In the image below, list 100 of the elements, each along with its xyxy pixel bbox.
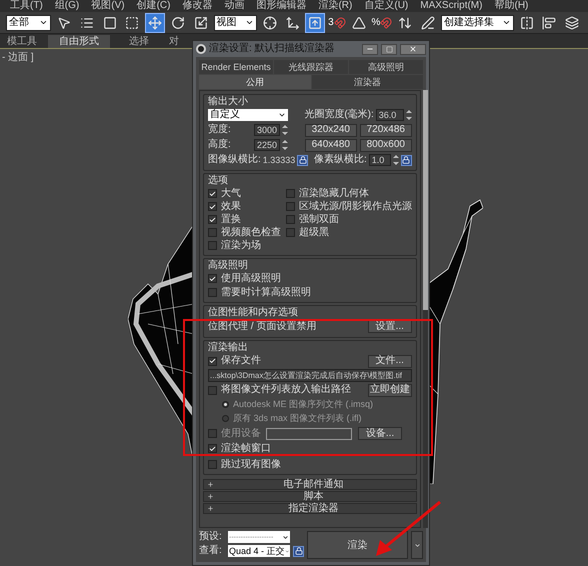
- checkbox[interactable]: [208, 386, 217, 394]
- number-field[interactable]: 36.0: [376, 109, 404, 121]
- arrow-up-square-icon: [308, 16, 322, 30]
- output-path-field[interactable]: ...sktop\3Dmax怎么设置渲染完成后自动保存\模型图.tif: [208, 369, 412, 382]
- checkbox-label: 使用高级照明: [221, 274, 281, 284]
- checkbox[interactable]: [208, 460, 217, 469]
- scrollbar-thumb[interactable]: [422, 90, 428, 310]
- menu-item[interactable]: 图形编辑器: [256, 1, 306, 11]
- menu-item[interactable]: 帮助(H): [494, 1, 528, 11]
- caret-icon: [244, 18, 254, 27]
- spinner-arrows-icon[interactable]: [406, 109, 412, 121]
- bitmap-status: 位图代理 / 页面设置禁用: [208, 322, 316, 332]
- minimize-button[interactable]: [362, 44, 378, 54]
- checkbox[interactable]: [208, 274, 217, 283]
- viewport-label: - 边面 ]: [2, 53, 34, 63]
- group-title: 渲染输出: [208, 342, 249, 353]
- toolbar-dropdown[interactable]: 创建选择集: [440, 14, 514, 30]
- checkbox[interactable]: [208, 241, 217, 250]
- preset-dropdown[interactable]: 自定义: [208, 109, 288, 121]
- menu-item[interactable]: 组(G): [54, 1, 80, 11]
- ribbon-tab[interactable]: 选择: [114, 35, 164, 48]
- checkbox-label: 区域光源/阴影视作点光源: [299, 202, 412, 212]
- aspect-value: 1.33333: [262, 156, 296, 164]
- view-select[interactable]: Quad 4 - 正交: [228, 545, 290, 557]
- menu-item[interactable]: 视图(V): [91, 1, 125, 11]
- align-icon: [542, 16, 556, 30]
- checkbox[interactable]: [208, 202, 217, 211]
- menu-item[interactable]: MAXScript(M): [420, 1, 482, 11]
- rollout-header[interactable]: 电子邮件通知: [203, 479, 417, 490]
- checkbox[interactable]: [208, 189, 217, 198]
- rollout-header[interactable]: 脚本: [203, 491, 417, 502]
- checkbox[interactable]: [208, 429, 217, 438]
- spinner-arrows-icon[interactable]: [392, 154, 399, 166]
- number-field[interactable]: 1.0: [368, 154, 391, 166]
- app-logo-icon: [196, 44, 206, 54]
- group-title: 位图性能和内存选项: [208, 307, 299, 318]
- spinner-arrows-icon[interactable]: [282, 139, 288, 151]
- tool-button[interactable]: [145, 12, 166, 32]
- angle-icon: [352, 16, 366, 30]
- checkbox[interactable]: [208, 356, 217, 366]
- menu-item[interactable]: 工具(T): [10, 1, 43, 11]
- panel-button[interactable]: 320x240: [304, 124, 357, 136]
- device-field[interactable]: [266, 428, 352, 440]
- scrollbar[interactable]: [422, 90, 428, 528]
- checkbox[interactable]: [286, 228, 295, 237]
- check-icon: [209, 274, 216, 282]
- panel-button[interactable]: 设备...: [358, 427, 402, 440]
- ribbon-tab[interactable]: 模工具: [0, 35, 44, 48]
- lock-button[interactable]: [297, 154, 308, 166]
- menu-item[interactable]: 创建(C): [136, 1, 170, 11]
- snap-label: %: [371, 18, 380, 28]
- panel-button[interactable]: 立即创建: [368, 384, 412, 396]
- field-label: 查看:: [199, 546, 223, 556]
- number-field[interactable]: 3000: [254, 124, 280, 136]
- checkbox[interactable]: [208, 288, 217, 297]
- dialog-tab[interactable]: 公用: [199, 75, 310, 89]
- panel-button[interactable]: 640x480: [304, 138, 357, 152]
- dialog-tab[interactable]: Render Elements: [199, 60, 273, 74]
- menu-item[interactable]: 修改器: [182, 1, 212, 11]
- spinner-arrows-icon[interactable]: [282, 124, 288, 136]
- checkbox[interactable]: [208, 444, 217, 453]
- checkbox[interactable]: [208, 228, 217, 237]
- dropdown-value: 自定义: [210, 110, 240, 120]
- dialog-tab[interactable]: 高级照明: [349, 60, 423, 74]
- snap-label: 3: [328, 18, 334, 28]
- close-icon: [409, 45, 417, 53]
- ribbon-tab[interactable]: 对: [168, 35, 180, 48]
- checkbox[interactable]: [286, 202, 295, 211]
- maximize-button[interactable]: [381, 44, 397, 54]
- rotate-icon: [170, 16, 185, 30]
- lock-icon: [402, 156, 410, 164]
- dialog-tab[interactable]: 光线跟踪器: [274, 60, 348, 74]
- panel-button[interactable]: 设置...: [368, 320, 412, 333]
- lock-button[interactable]: [400, 154, 412, 166]
- snap-button[interactable]: %: [371, 12, 392, 32]
- dialog-tab[interactable]: 渲染器: [312, 75, 423, 89]
- panel-button[interactable]: 文件...: [368, 354, 412, 368]
- rollout-header[interactable]: 指定渲染器: [203, 503, 417, 514]
- radio-label: 原有 3ds max 图像文件列表 (.ifl): [233, 414, 362, 423]
- number-field[interactable]: 2250: [254, 139, 280, 151]
- panel-button[interactable]: 720x486: [360, 124, 412, 136]
- toolbar-dropdown[interactable]: 视图: [214, 14, 257, 30]
- checkbox[interactable]: [286, 189, 295, 198]
- panel-button[interactable]: 800x600: [360, 138, 412, 152]
- rollout-title: 电子邮件通知: [282, 480, 344, 490]
- field-label: 像素纵横比:: [314, 155, 367, 165]
- menu-item[interactable]: 动画: [224, 1, 244, 11]
- checkbox-label: 大气: [221, 188, 241, 198]
- lock-button[interactable]: [293, 546, 304, 556]
- toolbar-dropdown[interactable]: 全部: [6, 14, 52, 30]
- checkbox[interactable]: [286, 215, 295, 224]
- dashed-square-icon: [125, 16, 140, 30]
- tool-button[interactable]: [305, 12, 326, 32]
- ribbon-tab[interactable]: 自由形式: [48, 35, 110, 48]
- checkbox[interactable]: [208, 215, 217, 224]
- render-button[interactable]: 渲染: [307, 531, 408, 559]
- snap-button[interactable]: 3: [328, 12, 346, 32]
- checkbox-label: 将图像文件列表放入输出路径: [221, 385, 351, 395]
- close-button[interactable]: [400, 44, 426, 54]
- checkbox-label: 效果: [221, 202, 241, 212]
